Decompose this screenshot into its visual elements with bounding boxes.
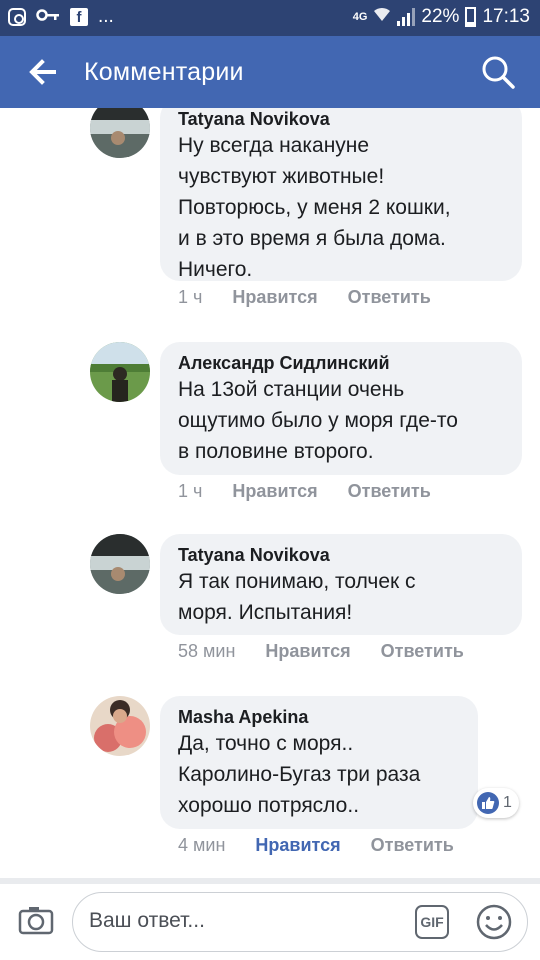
comment-author[interactable]: Tatyana Novikova: [178, 108, 504, 130]
comments-list[interactable]: Tatyana Novikova Ну всегда накануне чувс…: [0, 108, 540, 878]
comment-meta: 58 мин Нравится Ответить: [178, 641, 464, 662]
reaction-count: 1: [503, 794, 512, 811]
network-type: 4G: [352, 11, 368, 23]
status-bar: f ... 4G 22% 17:13: [0, 0, 540, 36]
comment-time: 58 мин: [178, 641, 236, 661]
reply-link[interactable]: Ответить: [371, 835, 454, 856]
avatar[interactable]: [90, 696, 150, 756]
search-icon[interactable]: [480, 54, 516, 90]
battery-percent: 22%: [421, 6, 460, 27]
instagram-icon: [8, 8, 26, 26]
comment-text: На 13ой станции очень ощутимо было у мор…: [178, 378, 458, 463]
comment-text: Да, точно с моря.. Каролино-Бугаз три ра…: [178, 732, 421, 817]
like-link[interactable]: Нравится: [232, 481, 317, 502]
emoji-icon[interactable]: [475, 903, 513, 941]
more-notifications-dots: ...: [98, 6, 114, 27]
gif-button[interactable]: GIF: [415, 905, 449, 939]
status-bar-notifications: f ...: [8, 6, 114, 28]
thumbs-up-icon: [477, 792, 499, 814]
comment-text: Я так понимаю, толчек с моря. Испытания!: [178, 570, 416, 624]
reply-link[interactable]: Ответить: [348, 287, 431, 308]
reaction-badge[interactable]: 1: [473, 788, 519, 818]
comment-text: Ну всегда накануне чувствуют животные! П…: [178, 134, 451, 281]
comment-meta: 1 ч Нравится Ответить: [178, 481, 431, 502]
like-link[interactable]: Нравится: [265, 641, 350, 662]
key-icon: [36, 6, 60, 28]
comment-bubble: Александр Сидлинский На 13ой станции оче…: [160, 342, 522, 475]
comment-time: 1 ч: [178, 481, 203, 501]
like-link[interactable]: Нравится: [255, 835, 340, 856]
reply-input[interactable]: Ваш ответ... GIF: [72, 892, 528, 952]
avatar[interactable]: [90, 342, 150, 402]
comment-meta: 1 ч Нравится Ответить: [178, 287, 431, 308]
reply-composer: Ваш ответ... GIF: [0, 884, 540, 960]
comment-author[interactable]: Masha Apekina: [178, 706, 460, 728]
comment-meta: 4 мин Нравится Ответить: [178, 835, 454, 856]
avatar[interactable]: [90, 534, 150, 594]
comment-bubble: Masha Apekina Да, точно с моря.. Каролин…: [160, 696, 478, 829]
reply-input-placeholder: Ваш ответ...: [89, 909, 205, 932]
like-link[interactable]: Нравится: [232, 287, 317, 308]
avatar[interactable]: [90, 108, 150, 158]
comment-bubble: Tatyana Novikova Ну всегда накануне чувс…: [160, 108, 522, 281]
signal-icon: [397, 8, 416, 26]
camera-icon[interactable]: [18, 902, 54, 938]
clock: 17:13: [482, 6, 530, 27]
comment-time: 4 мин: [178, 835, 226, 855]
battery-icon: [465, 7, 477, 27]
app-bar: Комментарии: [0, 36, 540, 108]
comment-time: 1 ч: [178, 287, 203, 307]
status-bar-system: 4G 22% 17:13: [353, 6, 530, 28]
reply-link[interactable]: Ответить: [381, 641, 464, 662]
reply-link[interactable]: Ответить: [348, 481, 431, 502]
wifi-icon: [373, 6, 391, 28]
facebook-icon: f: [70, 8, 88, 26]
comment-bubble: Tatyana Novikova Я так понимаю, толчек с…: [160, 534, 522, 635]
comment-author[interactable]: Александр Сидлинский: [178, 352, 504, 374]
comment-author[interactable]: Tatyana Novikova: [178, 544, 504, 566]
back-arrow-icon[interactable]: [26, 56, 58, 88]
page-title: Комментарии: [84, 58, 244, 86]
